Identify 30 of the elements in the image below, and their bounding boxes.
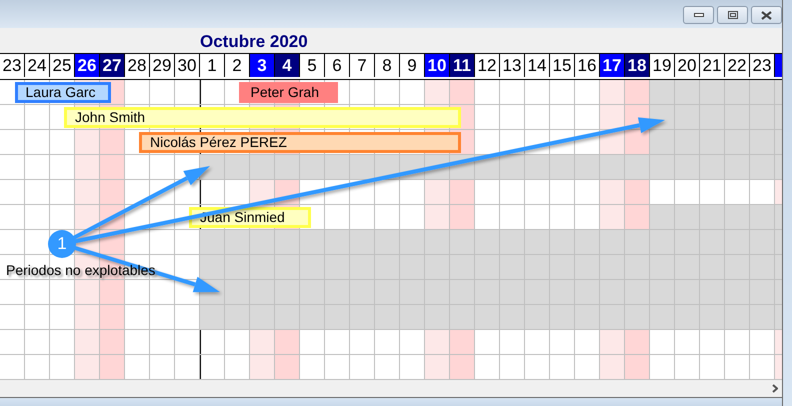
scroll-right-icon[interactable] (772, 384, 778, 393)
day-header: 11 (450, 54, 475, 77)
day-header: 28 (125, 54, 150, 77)
month-title: Octubre 2020 (200, 31, 308, 53)
day-header: 23 (0, 54, 25, 77)
day-header: 22 (725, 54, 750, 77)
day-header: 23 (750, 54, 775, 77)
booking-bar[interactable]: Laura Garc (14, 82, 110, 103)
day-header: 25 (50, 54, 75, 77)
day-header: 4 (275, 54, 300, 77)
day-header: 18 (625, 54, 650, 77)
day-header: 3 (250, 54, 275, 77)
day-header: 10 (425, 54, 450, 77)
day-header: 24 (25, 54, 50, 77)
booking-bar[interactable]: John Smith (64, 107, 461, 128)
day-header: 27 (100, 54, 125, 77)
maximize-icon (728, 11, 738, 19)
maximize-button[interactable] (717, 6, 748, 24)
day-header: 21 (700, 54, 725, 77)
day-header: 20 (675, 54, 700, 77)
close-button[interactable] (751, 6, 782, 24)
day-header: 17 (600, 54, 625, 77)
booking-bar[interactable]: Nicolás Pérez PEREZ (139, 132, 461, 153)
day-header: 29 (150, 54, 175, 77)
minimize-button[interactable] (683, 6, 714, 24)
close-icon (761, 10, 772, 20)
day-header: 26 (75, 54, 100, 77)
minimize-icon (694, 13, 704, 17)
booking-bar[interactable]: Peter Grah (238, 82, 338, 103)
day-header: 30 (175, 54, 200, 77)
